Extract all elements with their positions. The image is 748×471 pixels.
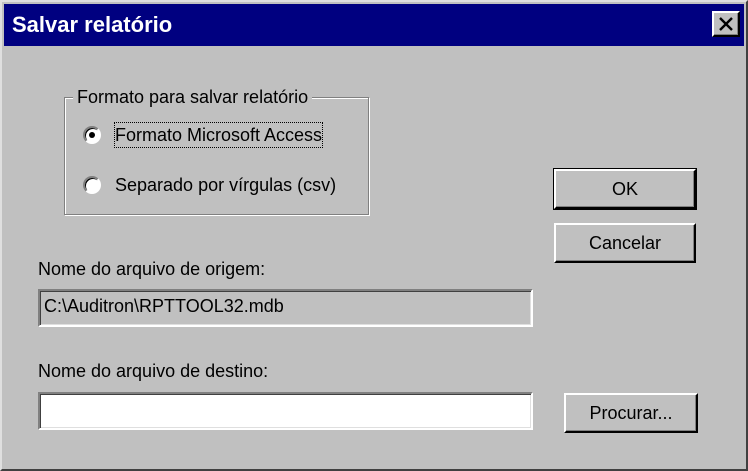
- radio-access-label[interactable]: Formato Microsoft Access: [113, 122, 324, 148]
- radio-csv-label[interactable]: Separado por vírgulas (csv): [115, 173, 336, 197]
- close-button[interactable]: [712, 11, 740, 37]
- radio-option-access[interactable]: Formato Microsoft Access: [83, 122, 363, 149]
- radio-option-csv[interactable]: Separado por vírgulas (csv): [83, 173, 363, 199]
- source-file-label: Nome do arquivo de origem:: [38, 259, 266, 279]
- title-bar[interactable]: Salvar relatório: [4, 4, 744, 46]
- radio-csv[interactable]: [83, 176, 101, 194]
- destination-file-input[interactable]: [38, 392, 533, 430]
- format-groupbox: Formato para salvar relatório Formato Mi…: [64, 86, 369, 215]
- radio-access[interactable]: [83, 126, 101, 144]
- destination-file-label: Nome do arquivo de destino:: [38, 361, 269, 381]
- ok-button[interactable]: OK: [553, 168, 697, 210]
- close-icon: [719, 17, 733, 31]
- format-group-legend: Formato para salvar relatório: [73, 86, 313, 108]
- save-report-dialog: Salvar relatório Formato para salvar rel…: [0, 0, 748, 471]
- radio-selected-dot: [89, 132, 95, 138]
- browse-button[interactable]: Procurar...: [564, 393, 698, 433]
- cancel-button[interactable]: Cancelar: [554, 223, 696, 263]
- dialog-title: Salvar relatório: [12, 12, 173, 37]
- source-file-field: C:\Auditron\RPTTOOL32.mdb: [38, 289, 533, 327]
